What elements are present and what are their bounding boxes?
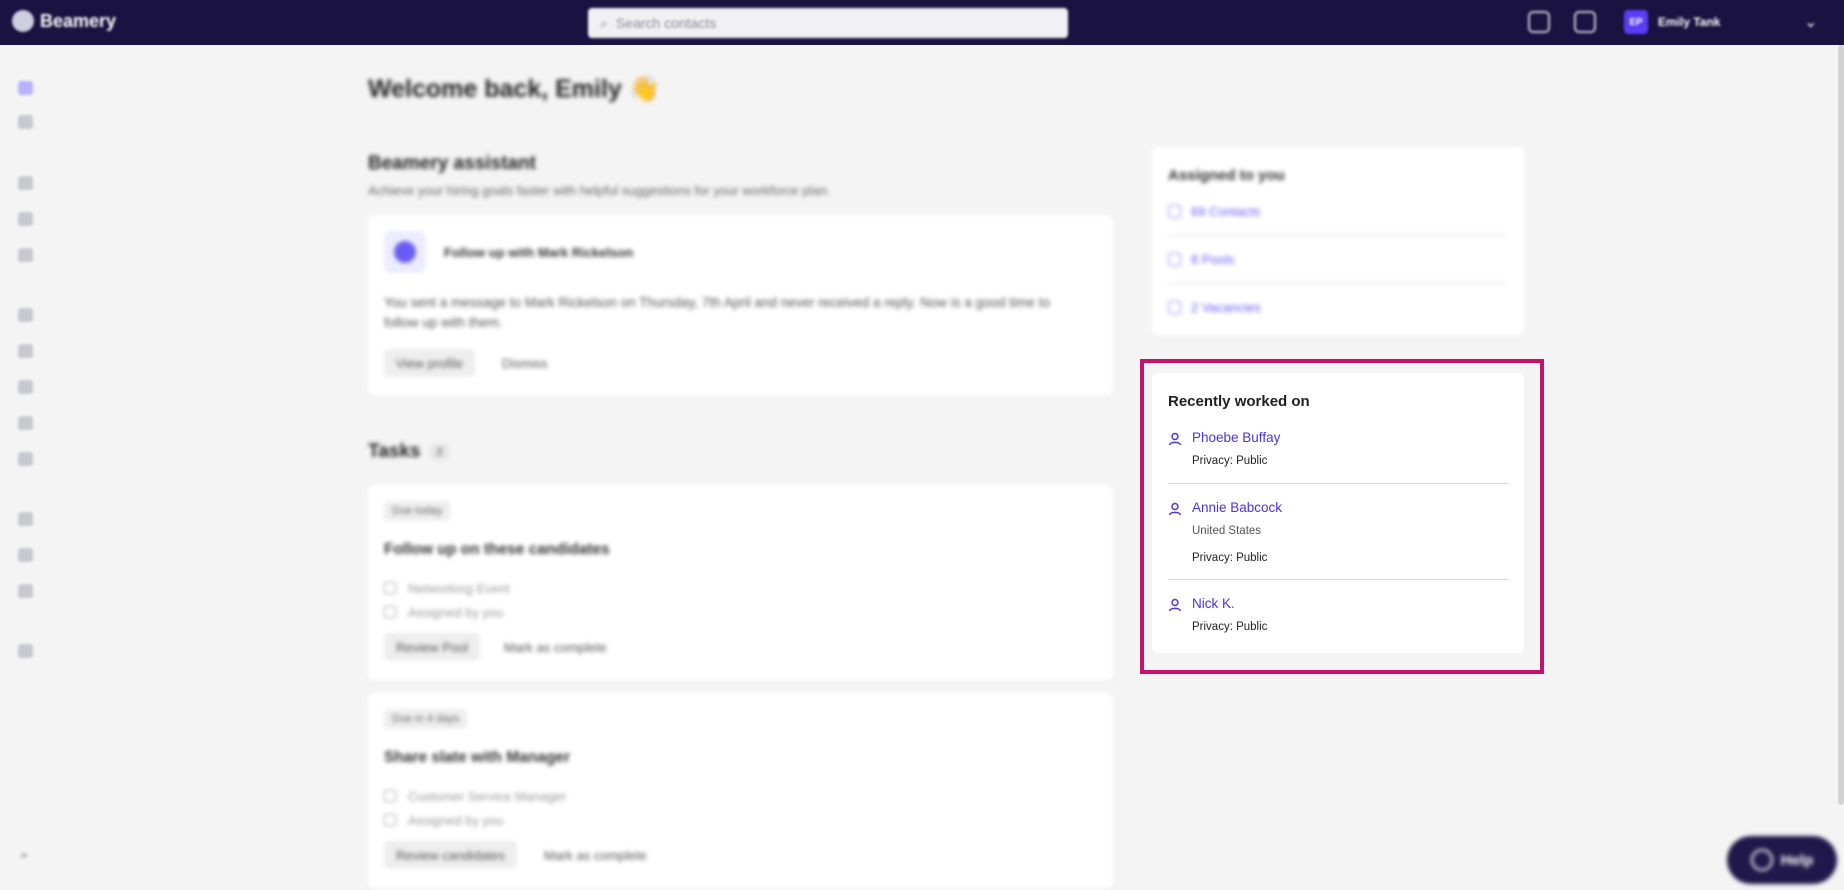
help-label: Help: [1780, 851, 1814, 869]
mark-complete-button[interactable]: Mark as complete: [492, 633, 619, 661]
database-icon[interactable]: [18, 584, 33, 598]
wrench-icon[interactable]: [18, 512, 33, 526]
folder-icon[interactable]: [18, 212, 33, 226]
home-icon[interactable]: [18, 81, 33, 95]
task-meta-pool[interactable]: Networking Event: [408, 581, 510, 596]
due-badge: Due today: [384, 501, 451, 521]
location-label: United States: [1192, 525, 1262, 537]
book-icon[interactable]: [1574, 11, 1596, 33]
assistant-card-text: You sent a message to Mark Rickelson on …: [384, 295, 1050, 330]
lightning-icon[interactable]: [18, 644, 33, 658]
bell-icon[interactable]: [1528, 11, 1550, 33]
assigned-card: Assigned to you 69 Contacts 8 Pools 2 Va…: [1152, 147, 1524, 335]
inbox-icon[interactable]: [18, 115, 33, 129]
user-menu[interactable]: EP Emily Tank: [1624, 10, 1720, 34]
top-bar: Beamery ⌕ Search contacts EP Emily Tank …: [0, 0, 1844, 45]
person-icon: [1168, 432, 1182, 446]
app-logo[interactable]: Beamery: [12, 10, 116, 32]
contacts-icon[interactable]: [18, 176, 33, 190]
task-meta-vacancy[interactable]: Customer Service Manager: [408, 789, 566, 804]
recent-title: Recently worked on: [1168, 393, 1310, 410]
search-icon: ⌕: [600, 14, 608, 31]
tasks-count-badge: 2: [430, 443, 449, 460]
person-icon: [1168, 204, 1181, 218]
task-card: Due today Follow up on these candidates …: [368, 485, 1113, 680]
dismiss-button[interactable]: Dismiss: [490, 349, 560, 377]
tasks-heading: Tasks 2: [368, 441, 449, 463]
assistant-heading: Beamery assistant: [368, 153, 536, 174]
chart-icon[interactable]: [18, 548, 33, 562]
chevron-down-icon[interactable]: ⌄: [1804, 12, 1817, 32]
privacy-label: Privacy: Public: [1192, 552, 1268, 564]
page-title: Welcome back, Emily 👋: [368, 75, 660, 103]
review-pool-button[interactable]: Review Pool: [384, 633, 481, 661]
list-icon[interactable]: [18, 380, 33, 394]
tasks-title: Tasks: [368, 441, 421, 462]
divider: [1168, 483, 1508, 484]
assigned-label: 8 Pools: [1191, 251, 1235, 267]
search-input[interactable]: ⌕ Search contacts: [588, 8, 1068, 38]
divider: [1168, 579, 1508, 580]
person-icon: [1168, 598, 1182, 612]
briefcase-icon[interactable]: [18, 248, 33, 262]
assistant-subtitle: Achieve your hiring goals faster with he…: [368, 183, 831, 198]
person-icon: [1168, 502, 1182, 516]
briefcase-icon: [1168, 300, 1181, 314]
folder-icon: [384, 582, 396, 594]
assistant-card: Follow up with Mark Rickelson You sent a…: [368, 215, 1113, 395]
mail-icon[interactable]: [18, 308, 33, 322]
assigned-label: 69 Contacts: [1191, 203, 1261, 219]
mark-complete-button[interactable]: Mark as complete: [532, 841, 659, 869]
view-profile-button[interactable]: View profile: [384, 349, 475, 377]
assigned-pools-link[interactable]: 8 Pools: [1168, 235, 1508, 283]
search-placeholder: Search contacts: [615, 15, 717, 31]
review-candidates-button[interactable]: Review candidates: [384, 841, 518, 869]
help-button[interactable]: Help: [1727, 836, 1837, 884]
scrollbar[interactable]: [1838, 45, 1844, 805]
assistant-icon: [384, 231, 426, 273]
filter-icon[interactable]: [18, 452, 33, 466]
task-meta-assigned: Assigned by you: [408, 605, 504, 620]
privacy-label: Privacy: Public: [1192, 455, 1268, 467]
assigned-contacts-link[interactable]: 69 Contacts: [1168, 187, 1508, 235]
expand-sidebar-icon[interactable]: »: [20, 846, 28, 862]
app-name: Beamery: [40, 10, 117, 31]
assigned-title: Assigned to you: [1168, 167, 1285, 184]
avatar: EP: [1624, 10, 1648, 34]
folder-icon: [1168, 252, 1181, 266]
task-title: Share slate with Manager: [384, 749, 571, 766]
assigned-label: 2 Vacancies: [1191, 299, 1261, 315]
contact-link-phoebe-buffay[interactable]: Phoebe Buffay: [1192, 430, 1280, 445]
due-badge: Due in 4 days: [384, 709, 468, 729]
beamery-logo-icon: [12, 10, 34, 32]
calendar-icon[interactable]: [18, 416, 33, 430]
checkbox-icon: [384, 814, 396, 826]
assistant-card-title: Follow up with Mark Rickelson: [444, 245, 634, 260]
privacy-label: Privacy: Public: [1192, 621, 1268, 633]
user-name: Emily Tank: [1658, 15, 1721, 29]
question-icon: [1750, 849, 1773, 871]
task-title: Follow up on these candidates: [384, 541, 610, 558]
document-icon[interactable]: [18, 344, 33, 358]
recently-worked-on-card: Recently worked on Phoebe Buffay Privacy…: [1152, 373, 1524, 653]
task-meta-assigned: Assigned by you: [408, 813, 504, 828]
checkbox-icon: [384, 606, 396, 618]
assigned-vacancies-link[interactable]: 2 Vacancies: [1168, 283, 1508, 331]
task-card: Due in 4 days Share slate with Manager C…: [368, 693, 1113, 888]
sidebar: [0, 45, 50, 890]
briefcase-icon: [384, 790, 396, 802]
contact-link-nick-k[interactable]: Nick K.: [1192, 596, 1235, 611]
contact-link-annie-babcock[interactable]: Annie Babcock: [1192, 500, 1282, 515]
